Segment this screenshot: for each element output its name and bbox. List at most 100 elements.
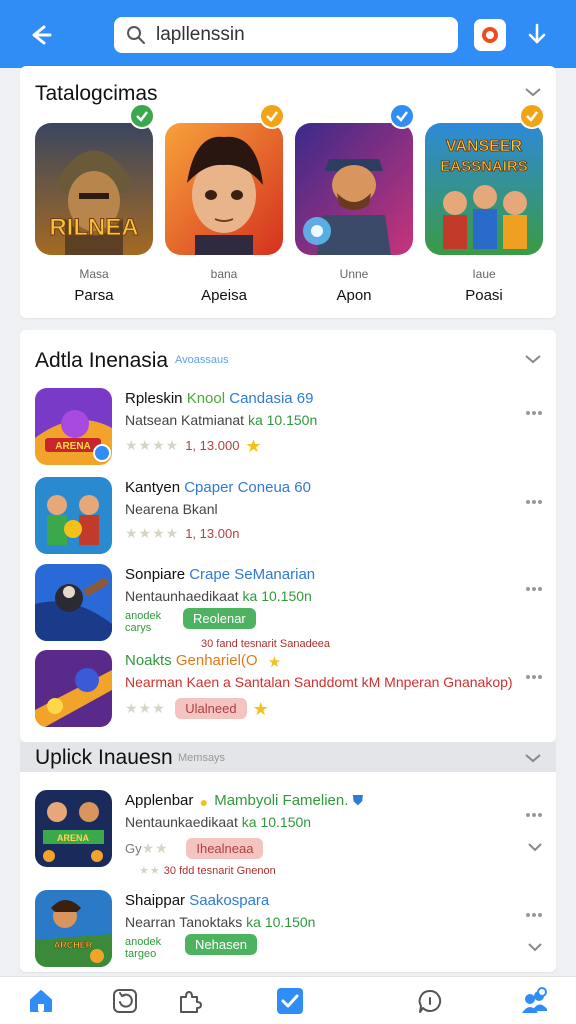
- app-rating: ★★★★ 1, 13.000 ★: [125, 436, 262, 457]
- store-badge-button[interactable]: [474, 19, 506, 51]
- bottom-nav: [0, 976, 576, 1024]
- app-name-part: SeManarian: [234, 566, 316, 583]
- app-name-part: Mambyoli Famelien.: [214, 792, 349, 809]
- app-name-part: Knool: [186, 390, 226, 407]
- app-name: Shaippar: [125, 892, 186, 909]
- tile-category: Iaue: [472, 267, 496, 281]
- star-icon: ★: [245, 436, 262, 456]
- app-name: Noakts: [125, 652, 172, 669]
- home-icon[interactable]: [27, 987, 55, 1015]
- list-item[interactable]: Noakts Genhariel(O ★ Nearman Kaen a Sant…: [35, 650, 545, 730]
- more-options-icon[interactable]: [525, 812, 543, 818]
- app-subtitle: Nearman Kaen a Santalan Sanddomt kM Mnpe…: [125, 674, 513, 690]
- more-options-icon[interactable]: [525, 586, 543, 592]
- app-name: Applenbar: [125, 792, 194, 809]
- tile-name: Parsa: [74, 287, 114, 304]
- tile-name: Apeisa: [201, 287, 247, 304]
- app-name-part: Coneua 60: [237, 479, 311, 496]
- app-rating: Gy★★ Ihealneaa: [125, 838, 264, 859]
- apps-card: Adtla Inenasia Avoassaus ARENA Rpleskin …: [20, 330, 556, 742]
- app-icon: ARENA: [35, 790, 112, 867]
- app-title-line: Kantyen Cpaper Coneua 60: [125, 479, 311, 496]
- app-tag: anodek carys: [125, 610, 162, 634]
- more-options-icon[interactable]: [525, 499, 543, 505]
- more-options-icon[interactable]: [525, 410, 543, 416]
- verified-check-icon: [259, 103, 285, 129]
- app-title-line: Applenbar ● Mambyoli Famelien. ⛊: [125, 792, 363, 810]
- star-icon: ★: [252, 699, 269, 719]
- puzzle-icon[interactable]: [175, 987, 203, 1015]
- app-subtitle: Nentaunkaedikaat ka 10.150n: [125, 814, 312, 830]
- list-item[interactable]: Kantyen Cpaper Coneua 60 Nearena Bkanl ★…: [35, 477, 545, 557]
- app-title-line: Noakts Genhariel(O ★: [125, 652, 281, 671]
- chevron-down-icon[interactable]: [524, 752, 542, 764]
- app-name: Kantyen: [125, 479, 181, 496]
- game-art-title-line2: EASSNAIRS: [440, 158, 528, 175]
- rating-stars: ★★★★: [125, 525, 180, 541]
- list-item[interactable]: ARENA Applenbar ● Mambyoli Famelien. ⛊ N…: [35, 790, 545, 877]
- app-status-pill: Ulalneed: [175, 698, 247, 719]
- search-input[interactable]: lapllenssin: [114, 17, 458, 53]
- rating-prefix: Gy: [125, 841, 142, 856]
- check-icon[interactable]: [276, 987, 304, 1015]
- app-note: 30 fand tesnarit Sanadeea: [201, 638, 331, 650]
- back-arrow-icon[interactable]: [22, 18, 56, 52]
- chevron-down-icon[interactable]: [527, 842, 543, 852]
- app-subtitle: Natsean Katmianat ka 10.150n: [125, 412, 318, 428]
- top-bar: lapllenssin: [0, 0, 576, 68]
- updates-card: ARENA Applenbar ● Mambyoli Famelien. ⛊ N…: [20, 772, 556, 972]
- tile-category: Masa: [79, 267, 109, 281]
- app-icon: [35, 477, 112, 554]
- svg-text:ARCHER: ARCHER: [54, 940, 93, 950]
- app-subtitle: Nearena Bkanl: [125, 501, 218, 517]
- people-icon[interactable]: [520, 987, 548, 1015]
- updates-title: Uplick Inauesn: [35, 746, 173, 769]
- app-title-line: Sonpiare Crape SeManarian: [125, 566, 315, 583]
- game-art-gunner: [295, 123, 413, 255]
- chevron-down-icon[interactable]: [524, 353, 542, 365]
- app-name: Rpleskin: [125, 390, 183, 407]
- tile-name: Apon: [336, 287, 372, 304]
- game-art-team: VANSEER EASSNAIRS: [425, 123, 543, 255]
- app-status-pill[interactable]: Nehasen: [185, 934, 258, 955]
- rating-stars: ★★: [141, 840, 169, 856]
- app-tag: anodek targeo: [125, 936, 162, 960]
- app-subtitle: Nearran Tanoktaks ka 10.150n: [125, 914, 316, 930]
- tile-category: Unne: [339, 267, 369, 281]
- chevron-down-icon[interactable]: [527, 942, 543, 952]
- chat-icon[interactable]: [416, 987, 444, 1015]
- app-status-pill: Ihealneaa: [186, 838, 264, 859]
- app-name-part: Crape: [189, 566, 231, 583]
- search-icon: [127, 26, 145, 44]
- app-name-part: Genhariel(O: [175, 652, 258, 669]
- chevron-down-icon[interactable]: [524, 86, 542, 98]
- app-rating: ★★★★ 1, 13.00n: [125, 525, 239, 542]
- app-icon: ARCHER: [35, 890, 112, 967]
- verified-check-icon: [93, 444, 111, 462]
- svg-text:ARENA: ARENA: [55, 441, 91, 452]
- ring-icon: [482, 27, 498, 43]
- search-value: lapllenssin: [156, 24, 245, 45]
- refresh-icon[interactable]: [111, 987, 139, 1015]
- verified-check-icon: [519, 103, 545, 129]
- app-icon: [35, 564, 112, 641]
- list-item[interactable]: ARCHER Shaippar Saakospara Nearran Tanok…: [35, 890, 545, 970]
- app-subtitle: Nentaunhaedikaat ka 10.150n: [125, 588, 312, 604]
- app-title-line: Rpleskin Knool Candasia 69: [125, 390, 313, 407]
- shield-icon: ⛊: [352, 792, 364, 808]
- rating-stars: ★★★★: [125, 437, 180, 453]
- list-item[interactable]: Sonpiare Crape SeManarian Nentaunhaedika…: [35, 564, 545, 650]
- app-size: 1, 13.00n: [185, 526, 240, 541]
- rating-stars: ★★★: [125, 700, 166, 716]
- badge-icon: ●: [199, 794, 209, 810]
- app-title-line: Shaippar Saakospara: [125, 892, 269, 909]
- more-options-icon[interactable]: [525, 912, 543, 918]
- app-status-pill[interactable]: Reolenar: [183, 608, 256, 629]
- app-icon: [35, 650, 112, 727]
- star-icon: ★: [267, 654, 282, 671]
- download-icon[interactable]: [522, 20, 552, 50]
- apps-subtitle: Avoassaus: [175, 354, 229, 366]
- more-options-icon[interactable]: [525, 674, 543, 680]
- tile-category: bana: [210, 267, 238, 281]
- list-item[interactable]: ARENA Rpleskin Knool Candasia 69 Natsean…: [35, 388, 545, 468]
